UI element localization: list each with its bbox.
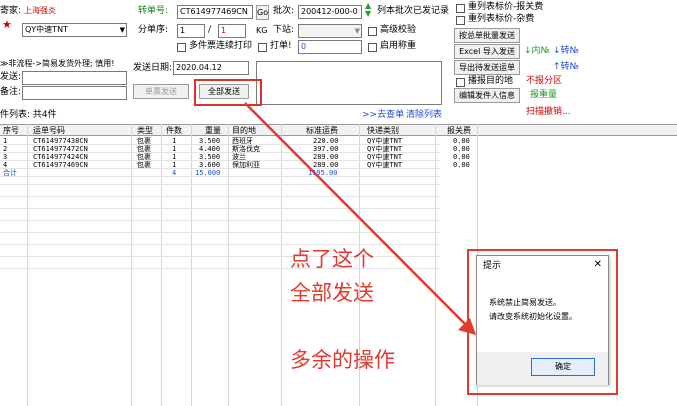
dialog-footer: 确定 <box>477 352 608 385</box>
alert-dialog: 提示 ✕ 系统禁止简易发送。 请改变系统初始化设置。 确定 <box>476 255 609 385</box>
close-icon[interactable]: ✕ <box>594 259 602 271</box>
dialog-title: 提示 <box>483 261 502 271</box>
annotation-line1: 点了这个 <box>290 247 374 271</box>
annotation-line3: 多余的操作 <box>290 348 395 372</box>
ok-button[interactable]: 确定 <box>531 358 595 376</box>
dialog-message-1: 系统禁止简易发送。 <box>489 298 561 307</box>
dialog-body: 系统禁止简易发送。 请改变系统初始化设置。 <box>477 276 608 352</box>
dialog-message-2: 请改变系统初始化设置。 <box>489 312 577 321</box>
annotation-line2: 全部发送 <box>290 281 374 305</box>
